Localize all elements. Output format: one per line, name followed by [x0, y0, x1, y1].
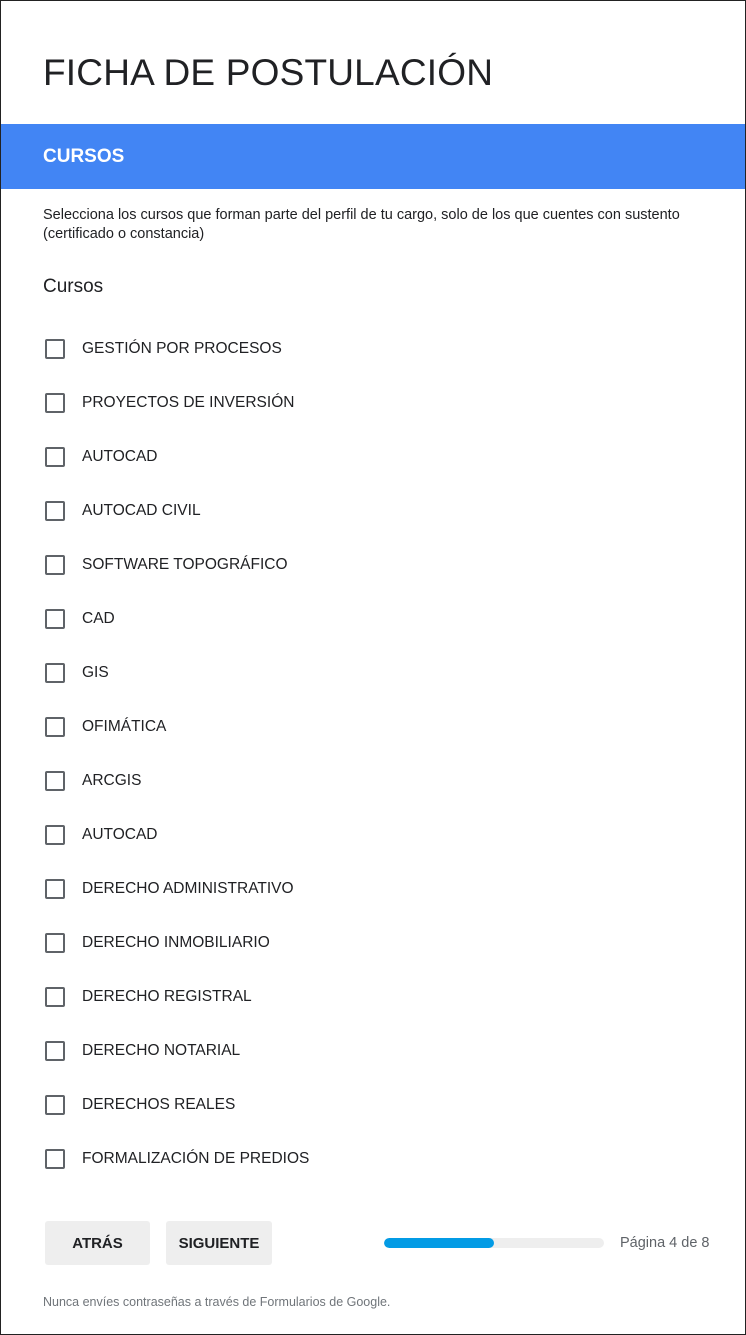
- checkbox[interactable]: [45, 339, 65, 359]
- checkbox[interactable]: [45, 717, 65, 737]
- checkbox[interactable]: [45, 879, 65, 899]
- checkbox-label: GIS: [82, 664, 109, 681]
- checkbox-option[interactable]: AUTOCAD: [45, 808, 309, 862]
- checkbox-option[interactable]: AUTOCAD: [45, 430, 309, 484]
- checkbox-label: DERECHO ADMINISTRATIVO: [82, 880, 294, 897]
- checkbox-label: AUTOCAD CIVIL: [82, 502, 201, 519]
- checkbox-option[interactable]: CAD: [45, 592, 309, 646]
- checkbox-label: AUTOCAD: [82, 448, 158, 465]
- question-title: Cursos: [43, 276, 104, 297]
- checkbox-option[interactable]: OFIMÁTICA: [45, 700, 309, 754]
- section-description: Selecciona los cursos que forman parte d…: [43, 207, 680, 242]
- checkbox-option[interactable]: DERECHO NOTARIAL: [45, 1024, 309, 1078]
- checkbox-label: DERECHO REGISTRAL: [82, 988, 252, 1005]
- section-title: CURSOS: [43, 146, 125, 167]
- checkbox[interactable]: [45, 663, 65, 683]
- checkbox-label: AUTOCAD: [82, 826, 158, 843]
- next-button[interactable]: SIGUIENTE: [166, 1221, 272, 1265]
- progress-bar: [384, 1238, 604, 1248]
- checkbox-label: CAD: [82, 610, 115, 627]
- checkbox[interactable]: [45, 501, 65, 521]
- checkbox-label: DERECHO INMOBILIARIO: [82, 934, 270, 951]
- checkbox[interactable]: [45, 609, 65, 629]
- page-indicator: Página 4 de 8: [620, 1235, 710, 1251]
- checkbox-option[interactable]: DERECHO ADMINISTRATIVO: [45, 862, 309, 916]
- form-page: FICHA DE POSTULACIÓN CURSOS Selecciona l…: [0, 0, 746, 1335]
- checkbox-list: GESTIÓN POR PROCESOS PROYECTOS DE INVERS…: [45, 322, 309, 1186]
- checkbox-option[interactable]: AUTOCAD CIVIL: [45, 484, 309, 538]
- checkbox-label: DERECHO NOTARIAL: [82, 1042, 241, 1059]
- checkbox-label: GESTIÓN POR PROCESOS: [82, 340, 282, 357]
- checkbox-option[interactable]: SOFTWARE TOPOGRÁFICO: [45, 538, 309, 592]
- checkbox-option[interactable]: GIS: [45, 646, 309, 700]
- checkbox-option[interactable]: FORMALIZACIÓN DE PREDIOS: [45, 1132, 309, 1186]
- checkbox[interactable]: [45, 1041, 65, 1061]
- checkbox-label: SOFTWARE TOPOGRÁFICO: [82, 556, 288, 573]
- checkbox-option[interactable]: ARCGIS: [45, 754, 309, 808]
- checkbox[interactable]: [45, 1149, 65, 1169]
- checkbox-option[interactable]: GESTIÓN POR PROCESOS: [45, 322, 309, 376]
- checkbox[interactable]: [45, 555, 65, 575]
- checkbox-option[interactable]: DERECHO INMOBILIARIO: [45, 916, 309, 970]
- form-title: FICHA DE POSTULACIÓN: [43, 52, 494, 93]
- back-button[interactable]: ATRÁS: [45, 1221, 150, 1265]
- section-header: CURSOS: [1, 124, 745, 189]
- checkbox-label: PROYECTOS DE INVERSIÓN: [82, 394, 295, 411]
- progress-bar-fill: [384, 1238, 494, 1248]
- checkbox[interactable]: [45, 1095, 65, 1115]
- checkbox-option[interactable]: DERECHOS REALES: [45, 1078, 309, 1132]
- checkbox-option[interactable]: DERECHO REGISTRAL: [45, 970, 309, 1024]
- checkbox[interactable]: [45, 393, 65, 413]
- checkbox[interactable]: [45, 933, 65, 953]
- checkbox-label: ARCGIS: [82, 772, 142, 789]
- checkbox[interactable]: [45, 771, 65, 791]
- footer-note: Nunca envíes contraseñas a través de For…: [43, 1295, 391, 1309]
- checkbox-label: OFIMÁTICA: [82, 718, 167, 735]
- checkbox[interactable]: [45, 825, 65, 845]
- checkbox-label: DERECHOS REALES: [82, 1096, 236, 1113]
- checkbox[interactable]: [45, 987, 65, 1007]
- checkbox-label: FORMALIZACIÓN DE PREDIOS: [82, 1150, 310, 1167]
- checkbox[interactable]: [45, 447, 65, 467]
- checkbox-option[interactable]: PROYECTOS DE INVERSIÓN: [45, 376, 309, 430]
